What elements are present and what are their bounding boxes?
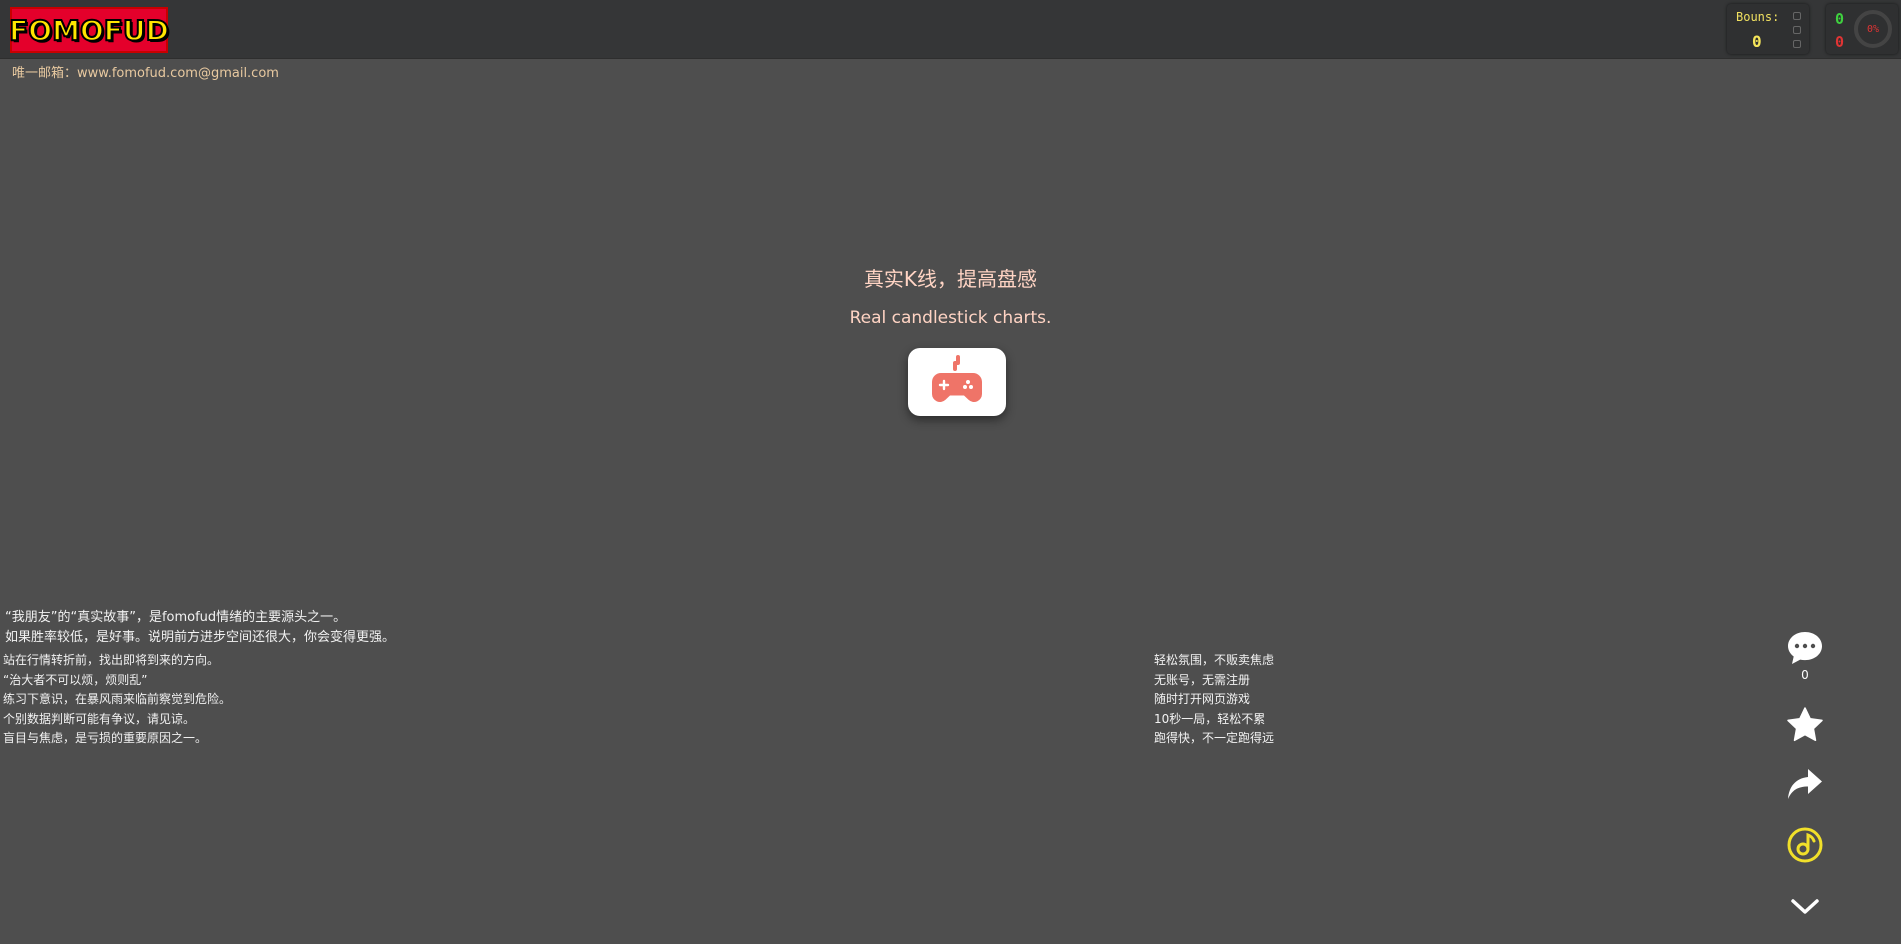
chevron-down-icon xyxy=(1791,899,1819,914)
star-icon xyxy=(1787,707,1823,742)
logo[interactable]: FOMOFUD xyxy=(8,7,170,53)
feature-line: 无账号，无需注册 xyxy=(1154,672,1251,687)
feature-line: 轻松氛围，不贩卖焦虑 xyxy=(1154,653,1275,667)
feature-list: 轻松氛围，不贩卖焦虑 无账号，无需注册 随时打开网页游戏 10秒一局，轻松不累 … xyxy=(1154,651,1274,749)
favorite-button[interactable] xyxy=(1780,706,1830,744)
top-bar: FOMOFUD Bouns: 0 0 0 0% xyxy=(0,0,1901,59)
contact-email: 唯一邮箱：www.fomofud.com@gmail.com xyxy=(12,66,279,81)
indicator-dot xyxy=(1793,26,1801,34)
quote-line: 盲目与焦虑，是亏损的重要原因之一。 xyxy=(3,731,208,745)
hero-title-en: Real candlestick charts. xyxy=(849,308,1052,328)
hero-title-cn: 真实K线，提高盘感 xyxy=(863,267,1038,291)
quote-line: 个别数据判断可能有争议，请见谅。 xyxy=(3,711,196,726)
win-rate-gauge: 0% xyxy=(1854,10,1892,48)
share-button[interactable] xyxy=(1780,766,1830,802)
bonus-indicator-dots xyxy=(1793,12,1803,48)
feature-line: 跑得快，不一定跑得远 xyxy=(1154,731,1275,745)
comment-button[interactable]: 0 xyxy=(1780,630,1830,682)
next-button[interactable] xyxy=(1780,896,1830,918)
bonus-label: Bouns: xyxy=(1736,10,1780,24)
score-panel: 0 0 0% xyxy=(1826,4,1898,54)
music-note-icon xyxy=(1787,827,1823,863)
feature-line: 10秒一局，轻松不累 xyxy=(1154,711,1266,726)
score-up-count: 0 xyxy=(1835,10,1845,28)
page: FOMOFUD Bouns: 0 0 0 0% 唯一邮箱：www.fomofud… xyxy=(0,0,1901,944)
gamepad-icon xyxy=(932,355,982,402)
quote-line: 如果胜率较低，是好事。说明前方进步空间还很大，你会变得更强。 xyxy=(5,630,396,645)
quotes-top: “我朋友”的“真实故事”，是fomofud情绪的主要源头之一。 如果胜率较低，是… xyxy=(5,608,395,648)
feature-line: 随时打开网页游戏 xyxy=(1154,692,1251,706)
share-arrow-icon xyxy=(1788,769,1822,799)
score-down-count: 0 xyxy=(1835,33,1845,51)
comment-count: 0 xyxy=(1801,668,1809,682)
win-rate-text: 0% xyxy=(1866,23,1880,35)
music-button[interactable] xyxy=(1780,826,1830,864)
hero: 真实K线，提高盘感 Real candlestick charts. xyxy=(0,262,1901,330)
comment-icon xyxy=(1788,632,1822,664)
logo-text: FOMOFUD xyxy=(8,13,170,48)
bonus-value: 0 xyxy=(1752,32,1762,51)
play-game-button[interactable] xyxy=(908,348,1006,416)
quote-line: 站在行情转折前，找出即将到来的方向。 xyxy=(3,653,220,667)
quotes-bottom: 站在行情转折前，找出即将到来的方向。 “治大者不可以烦，烦则乱” 练习下意识，在… xyxy=(3,651,231,749)
quote-line: “治大者不可以烦，烦则乱” xyxy=(3,672,148,687)
indicator-dot xyxy=(1793,12,1801,20)
quote-line: “我朋友”的“真实故事”，是fomofud情绪的主要源头之一。 xyxy=(5,610,347,625)
bonus-panel: Bouns: 0 xyxy=(1727,4,1809,54)
quote-line: 练习下意识，在暴风雨来临前察觉到危险。 xyxy=(3,692,232,706)
indicator-dot xyxy=(1793,40,1801,48)
